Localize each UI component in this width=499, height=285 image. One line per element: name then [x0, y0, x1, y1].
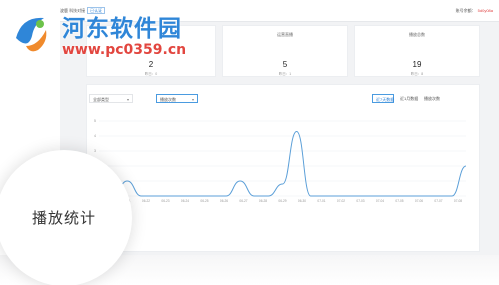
stat-label: 播放总数: [409, 32, 425, 37]
x-tick-label: 07-05: [395, 199, 403, 203]
stat-card-live: 运营直播 5 昨日：1: [222, 25, 348, 77]
y-tick-label: 4: [94, 134, 96, 138]
stat-value: 5: [282, 60, 288, 69]
x-tick-label: 06-23: [161, 199, 169, 203]
x-tick-label: 07-06: [415, 199, 423, 203]
stat-value: 19: [412, 60, 422, 69]
x-tick-label: 07-07: [434, 199, 442, 203]
stat-value: 2: [148, 60, 154, 69]
x-tick-label: 07-01: [317, 199, 325, 203]
stat-yesterday: 昨日：0: [144, 72, 158, 76]
play-stats-badge: 播放统计: [0, 150, 132, 285]
x-tick-label: 07-08: [454, 199, 462, 203]
x-tick-label: 07-02: [337, 199, 345, 203]
x-tick-label: 06-25: [200, 199, 208, 203]
y-tick-label: 5: [94, 119, 96, 123]
balance-info: 账号余额： 5d0y08a: [456, 8, 493, 14]
x-tick-label: 07-04: [376, 199, 384, 203]
x-tick-label: 06-22: [142, 199, 150, 203]
x-tick-label: 06-27: [239, 199, 247, 203]
play-count-chart: 54321006-2006-2106-2206-2306-2406-2506-2…: [94, 119, 467, 203]
chart-panel: 全部类型 ▾ 播放次数 ▾ 近7天数据 近1月数据 播放次数 54321006-…: [86, 84, 480, 252]
balance-label: 账号余额：: [455, 8, 476, 13]
stat-yesterday: 昨日：1: [278, 72, 292, 76]
x-tick-label: 07-03: [356, 199, 364, 203]
watermark-url: www.pc0359.cn: [62, 42, 187, 58]
x-tick-label: 06-28: [259, 199, 267, 203]
watermark-title: 河东软件园: [62, 16, 182, 42]
play-stats-label: 播放统计: [31, 209, 96, 227]
x-tick-label: 06-26: [220, 199, 228, 203]
series-line: [99, 130, 467, 197]
watermark-logo-icon: [7, 9, 55, 57]
x-tick-label: 06-30: [298, 199, 306, 203]
y-tick-label: 3: [94, 149, 96, 153]
stat-label: 运营直播: [277, 32, 293, 37]
stat-yesterday: 昨日：8: [410, 72, 424, 76]
balance-value[interactable]: 5d0y08a: [478, 8, 493, 13]
stat-card-plays: 播放总数 19 昨日：8: [354, 25, 480, 77]
x-tick-label: 06-24: [181, 199, 189, 203]
x-tick-label: 06-29: [278, 199, 286, 203]
